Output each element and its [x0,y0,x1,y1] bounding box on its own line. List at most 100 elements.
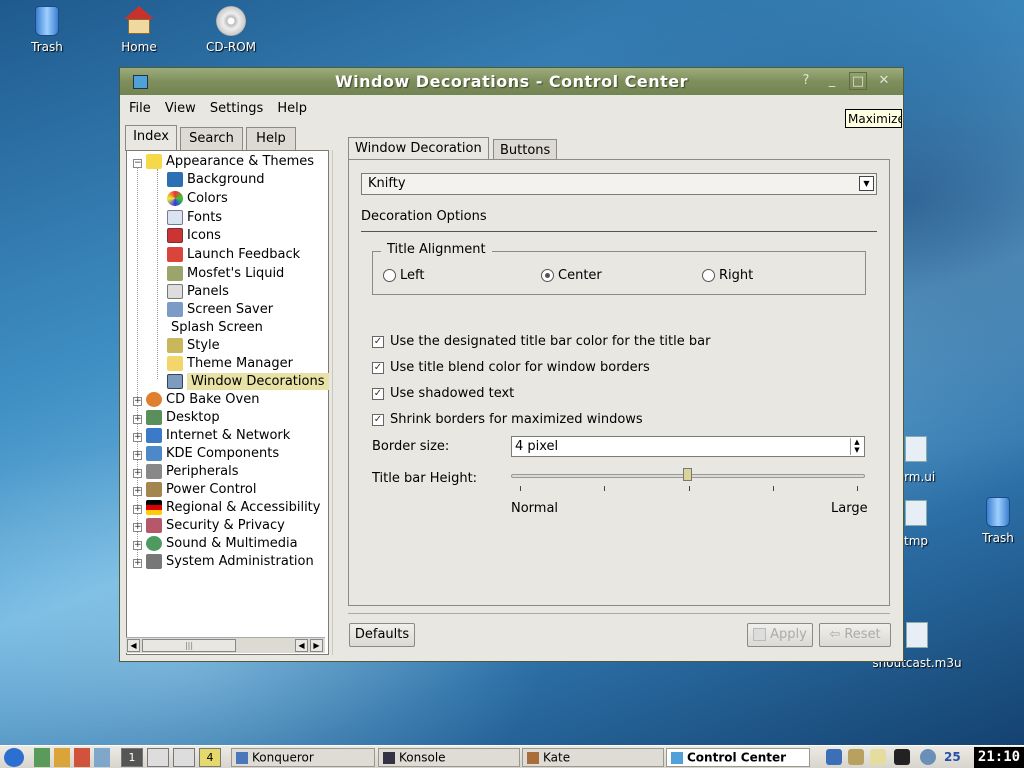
tree-item-launch-feedback[interactable]: Launch Feedback [167,247,300,265]
radio-align-right[interactable]: Right [702,268,753,283]
clock[interactable]: 21:10 [974,747,1024,768]
task-konqueror[interactable]: Konqueror [231,748,375,767]
desktop-icon-home[interactable]: Home [103,6,175,54]
tree-item-colors[interactable]: Colors [167,191,228,209]
tree-item-power-control[interactable]: Power Control [146,482,256,500]
desktop-icon-cdrom[interactable]: CD-ROM [195,6,267,54]
title-bar[interactable]: Window Decorations - Control Center ? _ … [120,68,903,95]
collapse-toggle[interactable]: − [133,159,142,168]
menu-help[interactable]: Help [277,101,307,116]
tree-item-window-decorations[interactable]: Window Decorations [167,373,329,392]
tab-search[interactable]: Search [180,127,243,151]
tree-item-appearance-themes[interactable]: Appearance & Themes [146,154,314,172]
checkbox-title-bar-color[interactable]: ✓ Use the designated title bar color for … [372,334,710,349]
tree-item-fonts[interactable]: Fonts [167,210,222,228]
minimize-button[interactable]: _ [823,72,841,90]
module-area: Window Decoration Buttons Knifty ▼ Decor… [337,121,903,661]
tree-item-peripherals[interactable]: Peripherals [146,464,239,482]
tree-item-style[interactable]: Style [167,338,220,356]
tree-item-icons[interactable]: Icons [167,228,221,246]
scroll-left-icon[interactable]: ◀ [127,639,140,652]
menu-settings[interactable]: Settings [210,101,263,116]
task-kate[interactable]: Kate [522,748,664,767]
tree-item-theme-manager[interactable]: Theme Manager [167,356,293,374]
desktop-icon-trash[interactable]: Trash [11,6,83,54]
expand-toggle[interactable]: + [133,487,142,496]
scroll-right-icon[interactable]: ▶ [310,639,323,652]
defaults-button[interactable]: Defaults [349,623,415,647]
expand-toggle[interactable]: + [133,523,142,532]
scroll-left-icon[interactable]: ◀ [295,639,308,652]
kde-menu-icon[interactable] [4,748,24,767]
expand-toggle[interactable]: + [133,397,142,406]
tree-item-regional-accessibility[interactable]: Regional & Accessibility [146,500,320,518]
expand-toggle[interactable]: + [133,415,142,424]
task-konsole[interactable]: Konsole [378,748,520,767]
tree-item-sound-multimedia[interactable]: Sound & Multimedia [146,536,298,554]
expand-toggle[interactable]: + [133,433,142,442]
desktop-pager-4[interactable]: 4 [199,748,221,767]
background-icon [167,172,183,187]
checkbox-shadowed-text[interactable]: ✓ Use shadowed text [372,386,514,401]
expand-toggle[interactable]: + [133,559,142,568]
tree-item-security-privacy[interactable]: Security & Privacy [146,518,285,536]
kate-icon [527,751,539,764]
tray-notes-icon[interactable] [870,749,886,765]
border-size-spinbox[interactable]: 4 pixel ▲ ▼ [511,436,865,457]
tree-item-internet-network[interactable]: Internet & Network [146,428,290,446]
tray-klipper-icon[interactable] [848,749,864,765]
quick-launch-icon[interactable] [54,748,70,767]
window-title: Window Decorations - Control Center [334,72,689,91]
show-desktop-icon[interactable] [34,748,50,767]
tree-item-desktop[interactable]: Desktop [146,410,220,428]
expand-toggle[interactable]: + [133,451,142,460]
tree-item-mosfets-liquid[interactable]: Mosfet's Liquid [167,266,284,284]
decoration-select[interactable]: Knifty ▼ [361,173,877,195]
expand-toggle[interactable]: + [133,541,142,550]
tree-item-cd-bake-oven[interactable]: CD Bake Oven [146,392,259,410]
tray-monitor-icon[interactable] [894,749,910,765]
reset-button[interactable]: ⇦ Reset [819,623,891,647]
slider-min-label: Normal [511,501,559,516]
module-tree[interactable]: − Appearance & Themes Background Colors … [126,150,329,655]
tree-item-background[interactable]: Background [167,172,265,190]
expand-toggle[interactable]: + [133,469,142,478]
panel-splitter[interactable] [332,150,336,655]
desktop-pager-2[interactable] [147,748,169,767]
desktop-pager-1[interactable]: 1 [121,748,143,767]
close-button[interactable]: ✕ [875,72,893,90]
desktop-pager-3[interactable] [173,748,195,767]
slider-handle[interactable] [683,468,692,481]
apply-button[interactable]: Apply [747,623,813,647]
maximize-button[interactable]: □ [849,72,867,90]
decoration-panel: Knifty ▼ Decoration Options Title Alignm… [348,159,890,606]
browser-icon[interactable] [94,748,110,767]
desktop-icon-label: Trash [982,531,1014,545]
desktop-icon-trash-2[interactable]: Trash [962,497,1024,545]
konqueror-icon [236,751,248,764]
tab-help[interactable]: Help [246,127,296,151]
tree-item-system-administration[interactable]: System Administration [146,554,314,572]
tray-number[interactable]: 25 [944,749,968,765]
tree-item-panels[interactable]: Panels [167,284,229,302]
menu-view[interactable]: View [165,101,196,116]
chevron-down-icon[interactable]: ▼ [859,176,874,191]
tree-item-splash-screen[interactable]: Splash Screen [171,320,263,338]
help-button[interactable]: ? [797,72,815,90]
expand-toggle[interactable]: + [133,505,142,514]
checkbox-shrink-borders[interactable]: ✓ Shrink borders for maximized windows [372,412,643,427]
tree-horizontal-scrollbar[interactable]: ◀ ||| ◀ ▶ [126,637,325,653]
tray-network-icon[interactable] [826,749,842,765]
tree-item-kde-components[interactable]: KDE Components [146,446,279,464]
scroll-thumb[interactable]: ||| [142,639,236,652]
spin-arrows-icon[interactable]: ▲ ▼ [850,438,863,455]
tree-item-screen-saver[interactable]: Screen Saver [167,302,273,320]
checkbox-blend-color[interactable]: ✓ Use title blend color for window border… [372,360,650,375]
menu-file[interactable]: File [129,101,151,116]
radio-align-left[interactable]: Left [383,268,424,283]
radio-align-center[interactable]: Center [541,268,602,283]
tray-volume-icon[interactable] [920,749,936,765]
task-control-center[interactable]: Control Center [666,748,810,767]
home-icon[interactable] [74,748,90,767]
tab-index[interactable]: Index [125,125,177,151]
